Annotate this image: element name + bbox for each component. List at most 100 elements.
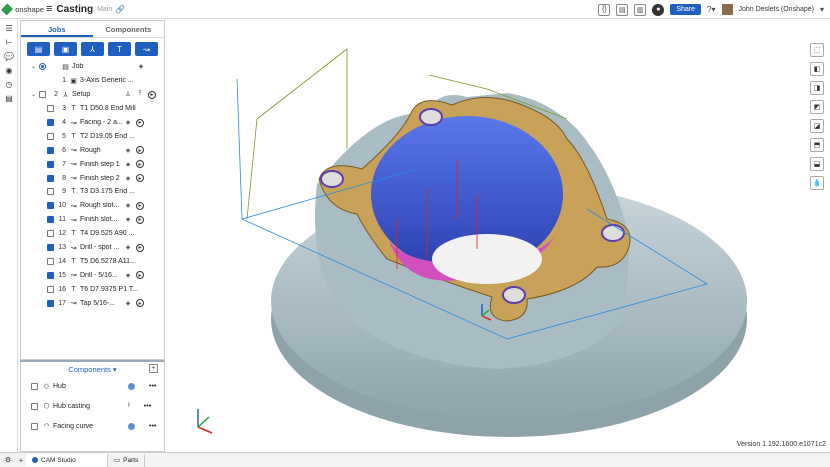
tree-checkbox[interactable] — [39, 91, 46, 99]
view-front-icon[interactable]: ◧ — [810, 62, 824, 76]
tree-checkbox[interactable] — [47, 230, 54, 238]
toolpath-sim-icon[interactable]: ◈ — [137, 63, 145, 71]
tab-jobs[interactable]: Jobs — [21, 21, 93, 37]
tree-checkbox[interactable] — [47, 160, 54, 168]
tool-icon[interactable]: T — [108, 42, 131, 56]
stock-icon[interactable]: ♙ — [124, 91, 132, 99]
avatar[interactable] — [721, 4, 733, 15]
view-cube-icon[interactable]: ⬚ — [810, 43, 824, 57]
view-back-icon[interactable]: ◪ — [810, 119, 824, 133]
play-icon[interactable]: ▸ — [136, 118, 144, 127]
tree-row[interactable]: 17 ↝ Tap 5/16-... ◈ ▸ — [25, 296, 164, 310]
tab-components[interactable]: Components — [93, 21, 165, 37]
sim-icon[interactable]: ◈ — [124, 271, 132, 279]
appearance-drop-icon[interactable]: 💧 — [810, 176, 824, 190]
tree-row[interactable]: 10 ↝ Rough slot... ◈ ▸ — [25, 199, 164, 213]
tab-manager-icon[interactable]: ⚙ — [0, 456, 16, 464]
history-icon[interactable]: ◷ — [4, 79, 14, 89]
add-tab-icon[interactable]: + — [16, 456, 26, 465]
more-icon[interactable]: ••• — [149, 383, 156, 390]
component-checkbox[interactable] — [31, 402, 38, 410]
play-icon[interactable]: ▸ — [136, 299, 144, 308]
component-item[interactable]: ◇ Hub ••• — [21, 376, 164, 396]
more-icon[interactable]: ••• — [144, 403, 151, 410]
play-icon[interactable]: ▸ — [136, 215, 144, 224]
tree-row[interactable]: 3 T T1 D50.8 End Mill — [25, 102, 164, 116]
tree-row[interactable]: 15 ↝ Drill - 5/16... ◈ ▸ — [25, 268, 164, 282]
tree-checkbox[interactable] — [47, 202, 54, 210]
play-icon[interactable]: ▸ — [136, 243, 144, 252]
parts-tree-icon[interactable]: ⊢ — [4, 37, 14, 47]
machine-icon[interactable]: ▣ — [54, 42, 77, 56]
tree-row[interactable]: 9 T T3 D3.175 End ... — [25, 185, 164, 199]
tree-checkbox[interactable] — [47, 174, 54, 182]
onshape-logo[interactable]: onshape — [0, 2, 44, 16]
tree-checkbox[interactable] — [47, 285, 54, 293]
view-top-icon[interactable]: ◨ — [810, 81, 824, 95]
appearance-icon[interactable] — [128, 382, 135, 390]
tree-checkbox[interactable] — [47, 299, 54, 307]
play-icon[interactable]: ▸ — [136, 174, 144, 183]
view-left-icon[interactable]: ⬒ — [810, 138, 824, 152]
cad-model[interactable] — [167, 19, 830, 452]
tree-row[interactable]: 16 T T6 D7.9375 P1 T... — [25, 282, 164, 296]
sim-icon[interactable]: ◈ — [124, 174, 132, 182]
tree-row[interactable]: 13 ↝ Drill - spot ... ◈ ▸ — [25, 241, 164, 255]
tree-checkbox[interactable] — [47, 132, 54, 140]
tree-row[interactable]: 14 T T5 D6.5278 A11... — [25, 254, 164, 268]
notifications-icon[interactable]: ● — [652, 3, 665, 16]
sim-icon[interactable]: ◈ — [124, 202, 132, 210]
tree-checkbox[interactable] — [47, 119, 54, 126]
tree-row[interactable]: 6 ↝ Rough ◈ ▸ — [25, 143, 164, 157]
tree-row[interactable]: 4 ↝ Facing - 2 a... ◈ ▸ — [25, 116, 164, 130]
bolt-hole[interactable] — [320, 170, 344, 188]
appearance-icon[interactable] — [128, 422, 135, 430]
link-icon[interactable]: 🔗 — [115, 5, 125, 14]
tree-row[interactable]: 11 ↝ Finish slot... ◈ ▸ — [25, 213, 164, 227]
graphics-viewport[interactable]: ⬚ ◧ ◨ ◩ ◪ ⬒ ⬓ 💧 Version 1.192.1600.e1071… — [167, 19, 830, 452]
post-icon[interactable]: ⤒ — [136, 91, 144, 99]
play-icon[interactable]: ▸ — [136, 160, 144, 169]
play-icon[interactable]: ▸ — [148, 90, 156, 99]
tab-parts[interactable]: ▭ Parts — [108, 453, 146, 467]
add-component-button[interactable]: + — [149, 364, 158, 373]
play-icon[interactable]: ▸ — [136, 146, 144, 155]
sim-icon[interactable]: ◈ — [124, 146, 132, 154]
feature-list-icon[interactable]: ☰ — [4, 23, 14, 33]
hamburger-menu-icon[interactable]: ≡ — [46, 3, 52, 15]
bore-bottom[interactable] — [432, 234, 542, 284]
tree-checkbox[interactable] — [47, 271, 54, 279]
tree-checkbox[interactable] — [47, 244, 54, 252]
view-iso-icon[interactable]: ⬓ — [810, 157, 824, 171]
tree-row[interactable]: 1 ▣ 3-Axis Generic ... — [25, 74, 164, 88]
chevron-down-icon[interactable]: ⌄ — [31, 63, 39, 70]
sim-icon[interactable]: ◈ — [124, 119, 132, 127]
tree-row[interactable]: ⌄ ▤ Job ◈ — [25, 60, 164, 74]
play-icon[interactable]: ▸ — [136, 271, 144, 280]
tree-row[interactable]: 5 T T2 D19.05 End ... — [25, 129, 164, 143]
branch-name[interactable]: Main — [97, 6, 112, 13]
sim-icon[interactable]: ◈ — [124, 299, 132, 307]
more-icon[interactable]: ••• — [149, 423, 156, 430]
sim-icon[interactable]: ◈ — [124, 160, 132, 168]
tab-cam-studio[interactable]: CAM Studio — [26, 453, 108, 467]
versions-icon[interactable]: ▤ — [616, 3, 629, 16]
components-header[interactable]: Components ▾ + — [21, 362, 164, 376]
job-radio[interactable] — [39, 63, 46, 71]
component-item[interactable]: ◠ Facing curve ••• — [21, 416, 164, 436]
sim-icon[interactable]: ◈ — [124, 216, 132, 224]
tree-checkbox[interactable] — [47, 188, 54, 196]
tree-checkbox[interactable] — [47, 257, 54, 265]
bolt-hole[interactable] — [419, 108, 443, 126]
play-icon[interactable]: ▸ — [136, 201, 144, 210]
document-title[interactable]: Casting — [56, 4, 93, 15]
share-button[interactable]: Share — [670, 4, 702, 15]
appearance-icon[interactable]: ◉ — [4, 65, 14, 75]
component-checkbox[interactable] — [31, 382, 38, 390]
component-item[interactable]: ⬡ Hub casting ⍿ ••• — [21, 396, 164, 416]
job-icon[interactable]: ▤ — [27, 42, 50, 56]
tree-row[interactable]: 12 T T4 D9.525 A90 ... — [25, 227, 164, 241]
code-icon[interactable]: {} — [598, 3, 611, 16]
chevron-down-icon[interactable]: ⌄ — [31, 91, 39, 98]
view-right-icon[interactable]: ◩ — [810, 100, 824, 114]
